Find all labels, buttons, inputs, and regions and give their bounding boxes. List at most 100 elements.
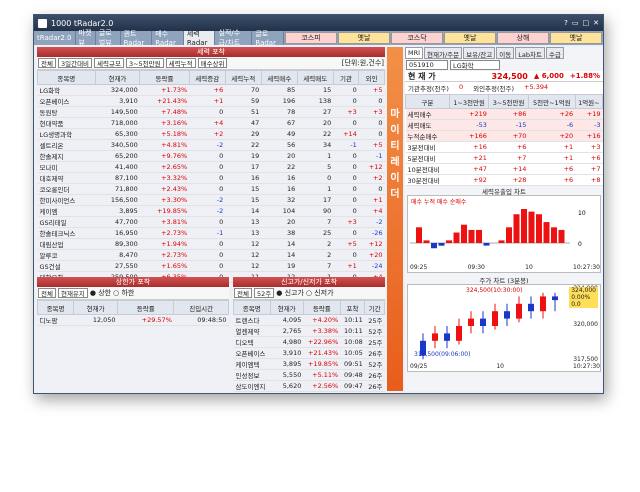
force-row[interactable]: 모나미 41,400 +2.65% 0 17 22 5 0 +12 xyxy=(37,161,385,173)
force-row[interactable]: 현대약품 718,000 +3.16% +4 47 67 20 0 0 xyxy=(37,117,385,129)
high-filter-1[interactable]: 52주 xyxy=(253,288,275,298)
fv-row[interactable]: 30분전대비 +92 +28 +6 +8 xyxy=(405,174,603,186)
flow-y-tick: 10 xyxy=(578,210,586,217)
market-tab-1[interactable]: 옛날 xyxy=(338,32,390,44)
high-row[interactable]: 삼도이엔지 5,620 +2.56% 09:47 26주 xyxy=(233,380,385,392)
window-control-1[interactable]: ▭ xyxy=(572,19,579,27)
force-cell: 16 xyxy=(225,172,262,184)
window-control-3[interactable]: ✕ xyxy=(593,19,599,27)
high-row[interactable]: 디오텍 4,980 +22.96% 10:08 25주 xyxy=(233,336,385,348)
force-row[interactable]: 오픈베이스 3,910 +21.43% +1 59 196 138 0 0 xyxy=(37,95,385,107)
window-control-2[interactable]: □ xyxy=(583,19,590,27)
force-filter-4[interactable]: 세력누적 xyxy=(165,58,196,68)
force-cell: 47 xyxy=(225,117,262,129)
force-cell: 12 xyxy=(225,260,262,272)
high-row[interactable]: 케이엠텍 3,895 +19.85% 09:51 52주 xyxy=(233,358,385,370)
flow-x-tick: 09:25 xyxy=(410,264,428,271)
force-row[interactable]: 한솔제지 65,200 +9.76% 0 19 20 1 0 -1 xyxy=(37,150,385,162)
market-tab-2[interactable]: 코스닥 xyxy=(391,32,443,44)
force-row[interactable]: 케이엠 3,895 +19.85% -2 14 104 90 0 +4 xyxy=(37,205,385,217)
high-cell: +2.56% xyxy=(303,380,341,392)
force-cell: 0 xyxy=(333,117,359,129)
force-row[interactable]: 대호제약 87,100 +3.32% 0 16 16 0 0 +2 xyxy=(37,172,385,184)
high-cell: 52주 xyxy=(364,325,385,337)
detail-tab-0[interactable]: MRI xyxy=(405,47,424,59)
force-row[interactable]: LG화학 324,000 +1.73% +6 70 85 15 0 +5 xyxy=(37,84,385,96)
force-filter-2[interactable]: 세력규모 xyxy=(94,58,124,68)
mighty-radar-banner[interactable]: 마이티레이더 xyxy=(387,47,403,391)
fv-row[interactable]: 3분전대비 +16 +6 +1 +3 xyxy=(405,141,603,153)
force-row[interactable]: GS건설 27,550 +1.65% 0 12 19 7 +1 -24 xyxy=(37,260,385,272)
high-cell: 삼도이엔지 xyxy=(233,380,271,392)
high-row[interactable]: 오픈베이스 3,910 +21.43% 10:05 26주 xyxy=(233,347,385,359)
fv-row[interactable]: 세력매도 -53 -15 -6 -3 xyxy=(405,119,603,131)
upper-filter-row: 전체 현재유지 ● 상한 ○ 하한 xyxy=(37,287,229,300)
tab-5[interactable]: 세력 Radar xyxy=(183,30,216,47)
high-filter-0[interactable]: 전체 xyxy=(234,288,252,298)
high-radio-1[interactable]: ○ 신저가 xyxy=(306,288,334,298)
high-cell: 09:47 xyxy=(340,380,365,392)
fv-cell: +16 xyxy=(575,130,603,142)
market-tab-0[interactable]: 코스피 xyxy=(285,32,337,44)
force-cell: 0 xyxy=(333,95,359,107)
high-row[interactable]: 인성정보 5,550 +5.11% 09:48 26주 xyxy=(233,369,385,381)
force-cell: 7 xyxy=(297,260,334,272)
market-tab-4[interactable]: 상해 xyxy=(497,32,549,44)
force-cell: +4.81% xyxy=(139,139,190,151)
fv-row[interactable]: 세력매수 +219 +86 +26 +19 xyxy=(405,108,603,120)
high-row[interactable]: 셀트리온340,500+4.81%09:4452주 xyxy=(233,391,385,393)
force-filter-3[interactable]: 3~5천만원 xyxy=(125,58,164,68)
force-row[interactable]: GS리테일 47,700 +3.81% 0 13 20 7 +3 -2 xyxy=(37,216,385,228)
tab-0[interactable]: tRadar2.0 xyxy=(34,31,76,45)
force-cell: +2.73% xyxy=(139,227,190,239)
force-row[interactable]: 코오롱인더 71,800 +2.43% 0 15 16 1 0 0 xyxy=(37,183,385,195)
window-control-0[interactable]: ? xyxy=(564,19,568,27)
force-row[interactable]: 한미사이언스 156,500 +3.30% -2 15 32 17 0 +1 xyxy=(37,194,385,206)
upper-filter-0[interactable]: 전체 xyxy=(38,288,56,298)
fv-row[interactable]: 누적순매수 +166 +70 +20 +16 xyxy=(405,130,603,142)
force-row[interactable]: 한솔테크닉스 16,950 +2.73% -1 13 38 25 0 -26 xyxy=(37,227,385,239)
tab-7[interactable]: 글로 Radar xyxy=(252,30,284,47)
force-cell: 모나미 xyxy=(37,161,96,173)
high-row[interactable]: 열젠제약 2,765 +3.38% 10:11 52주 xyxy=(233,325,385,337)
tab-6[interactable]: 실적/수급/차트 xyxy=(215,29,253,47)
force-row[interactable]: 셀트리온 340,500 +4.81% -2 22 56 34 -1 +5 xyxy=(37,139,385,151)
force-row[interactable]: 대림산업 89,300 +1.94% 0 12 14 2 +5 +12 xyxy=(37,238,385,250)
stock-name-field[interactable]: LG화학 xyxy=(450,60,500,70)
market-tab-5[interactable]: 옛날 xyxy=(550,32,602,44)
force-row[interactable]: 동원탕 149,500 +7.48% 0 51 78 27 +3 +3 xyxy=(37,106,385,118)
tab-2[interactable]: 글로벌뷰 xyxy=(96,29,121,47)
tab-1[interactable]: 마켓뷰 xyxy=(76,29,96,47)
detail-tab-4[interactable]: Lab차트 xyxy=(515,47,545,59)
price-x-tick: 09/25 xyxy=(410,363,428,370)
force-row[interactable]: LG생명과학 65,300 +5.18% +2 29 49 22 +14 0 xyxy=(37,128,385,140)
upper-radio-1[interactable]: ○ 하한 xyxy=(113,288,134,298)
stock-code-input[interactable]: 051910 xyxy=(406,60,448,70)
detail-tab-5[interactable]: 수급 xyxy=(545,47,564,59)
tab-4[interactable]: 매수 Radar xyxy=(152,30,184,47)
force-cell: 0 xyxy=(189,260,226,272)
fv-cell: -53 xyxy=(449,119,489,131)
high-row[interactable]: 트랜스다 4,095 +4.20% 10:11 25주 xyxy=(233,314,385,326)
upper-cell: 12,050 xyxy=(73,314,118,326)
upper-row[interactable]: 디노팜 12,050 +29.57% 09:48:50 xyxy=(37,314,229,326)
force-row[interactable]: 알루코 8,470 +2.73% 0 12 14 2 0 +20 xyxy=(37,249,385,261)
market-tab-3[interactable]: 옛날 xyxy=(444,32,496,44)
detail-tab-2[interactable]: 보유/잔고 xyxy=(463,47,496,59)
high-radio-0[interactable]: ● 신고가 xyxy=(276,288,304,298)
force-filter-1[interactable]: 3일간대비 xyxy=(57,58,93,68)
force-filter-5[interactable]: 매수상위 xyxy=(197,58,228,68)
high-cell: 3,910 xyxy=(270,347,304,359)
upper-radio-0[interactable]: ● 상한 xyxy=(90,288,111,298)
fv-row[interactable]: 10분전대비 +47 +14 +6 +7 xyxy=(405,163,603,175)
detail-tab-3[interactable]: 이동 xyxy=(496,47,515,59)
force-filter-0[interactable]: 전체 xyxy=(38,58,56,68)
high-cell: 52주 xyxy=(364,391,385,393)
fv-cell: +86 xyxy=(488,108,529,120)
force-cell: 65,300 xyxy=(95,128,140,140)
upper-filter-1[interactable]: 현재유지 xyxy=(57,288,88,298)
window-controls[interactable]: ? ▭ □ ✕ xyxy=(564,19,603,27)
tab-3[interactable]: 퀀트 Radar xyxy=(121,30,153,47)
detail-tab-1[interactable]: 현재가/주문 xyxy=(424,47,463,59)
fv-row[interactable]: 5분전대비 +21 +7 +1 +6 xyxy=(405,152,603,164)
